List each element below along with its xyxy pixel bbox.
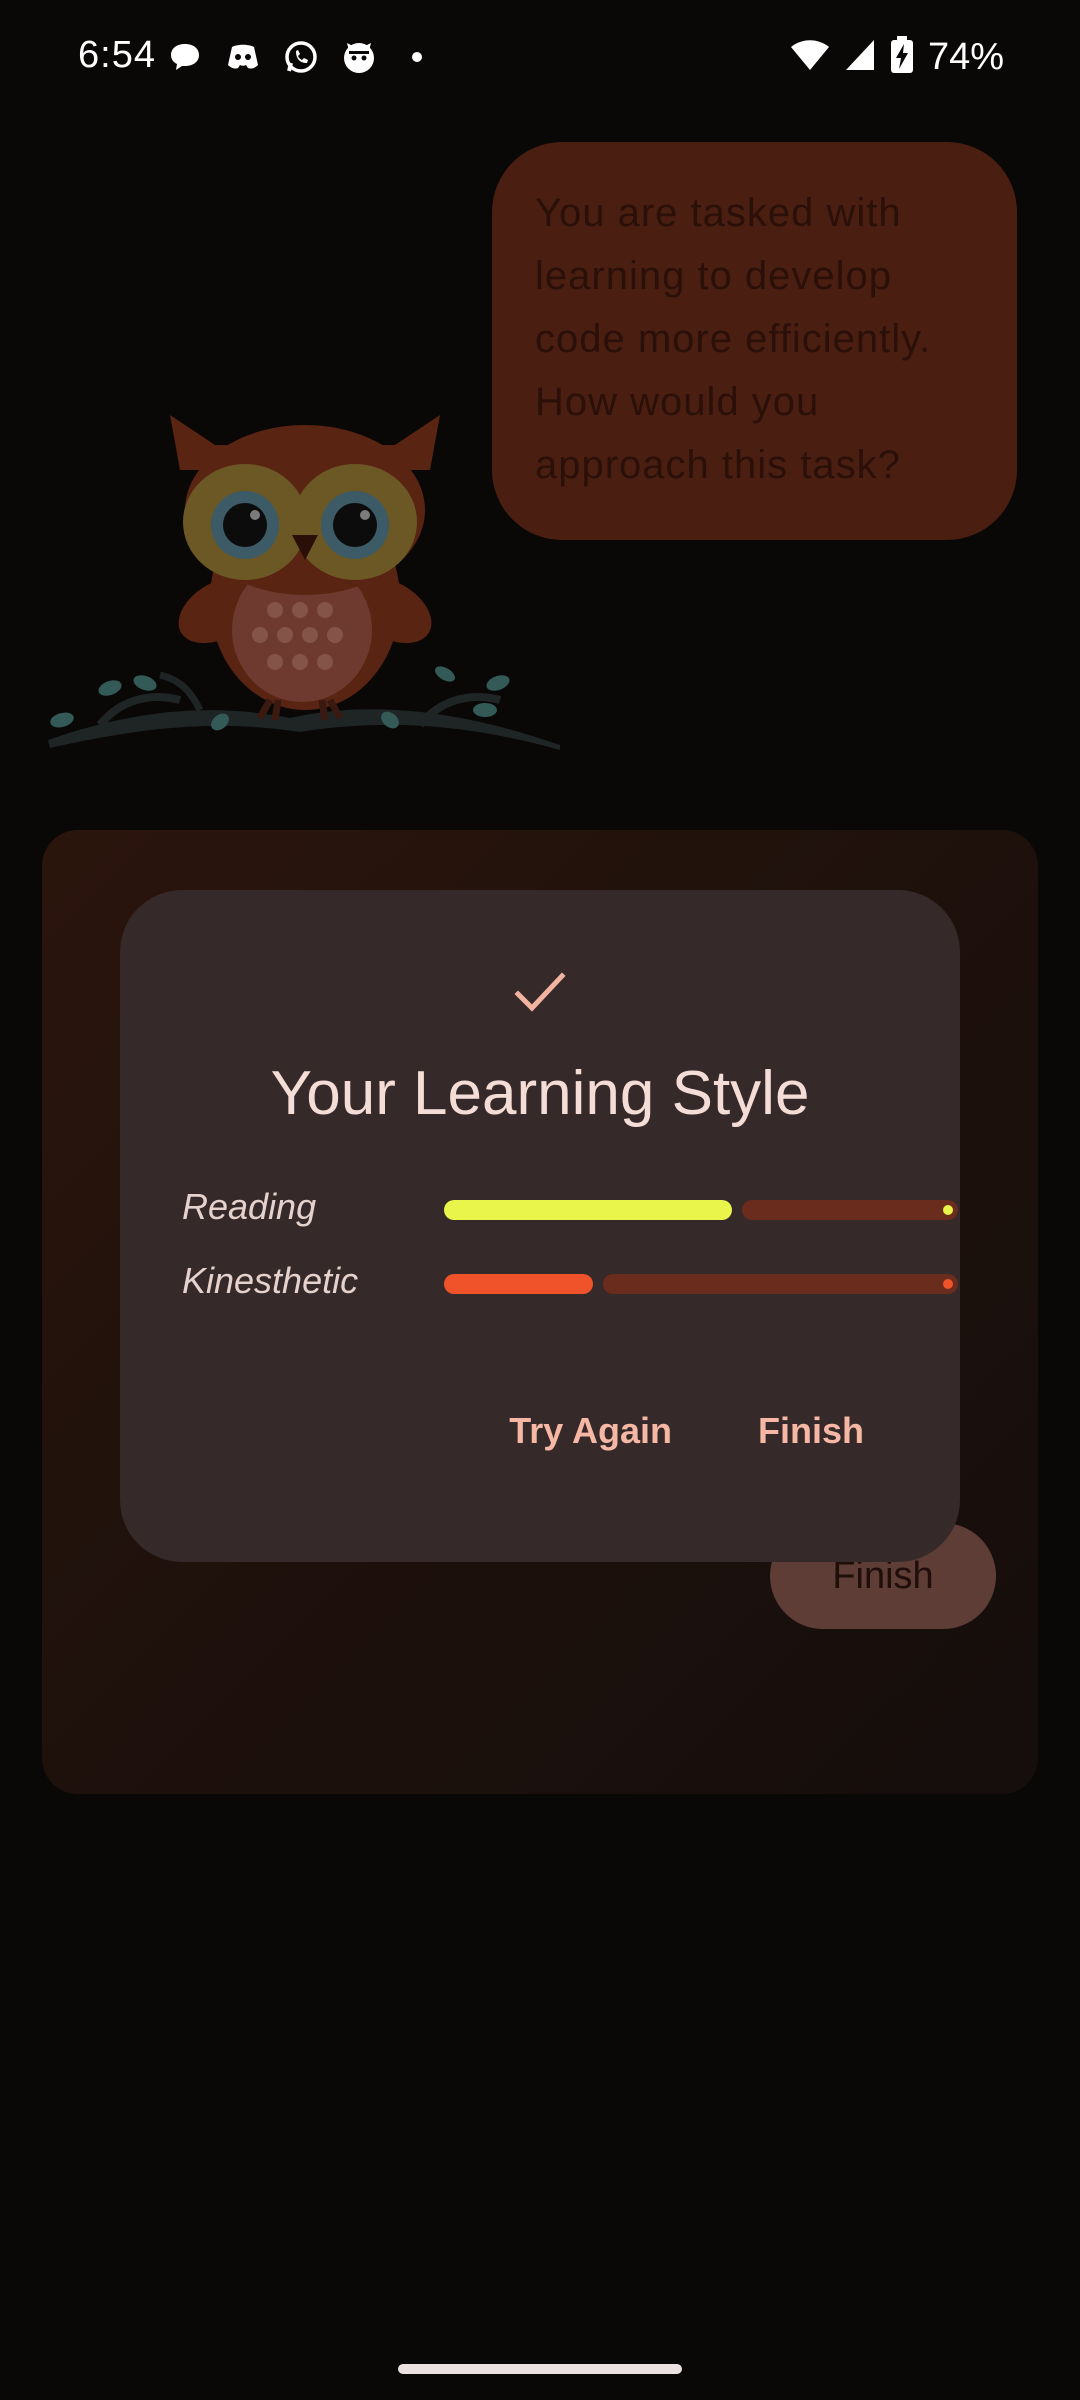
learning-style-dialog: Your Learning Style Reading Kinesthetic … [120, 890, 960, 1562]
chat-bubble-icon [166, 38, 204, 76]
progress-track [603, 1274, 958, 1294]
style-label: Kinesthetic [182, 1260, 359, 1301]
status-time: 6:54 [78, 34, 156, 76]
signal-icon [844, 38, 876, 77]
progress-fill [444, 1200, 732, 1220]
notification-icons [166, 38, 436, 76]
progress-fill [444, 1274, 593, 1294]
finish-button[interactable]: Finish [758, 1410, 864, 1452]
style-row-kinesthetic: Kinesthetic [182, 1260, 958, 1304]
progress-stop-dot [943, 1205, 953, 1215]
status-bar: 6:54 74% [0, 0, 1080, 120]
check-icon [512, 964, 568, 1020]
style-label: Reading [182, 1186, 317, 1227]
dialog-actions: Try Again Finish [509, 1410, 864, 1452]
home-indicator[interactable] [398, 2364, 682, 2374]
progress-track [742, 1200, 958, 1220]
screen: 6:54 74% You are tasked with learning to… [0, 0, 1080, 2400]
whatsapp-icon [282, 38, 320, 76]
dot-icon [398, 38, 436, 76]
owl-illustration [40, 400, 570, 760]
try-again-button[interactable]: Try Again [509, 1410, 672, 1452]
progress-indicator [444, 1274, 958, 1294]
battery-charging-icon [890, 36, 914, 79]
progress-indicator [444, 1200, 958, 1220]
dialog-title: Your Learning Style [270, 1059, 810, 1128]
speech-bubble: You are tasked with learning to develop … [492, 142, 1017, 540]
system-icons: 74% [790, 36, 1004, 79]
style-row-reading: Reading [182, 1186, 958, 1230]
wifi-icon [790, 38, 830, 77]
discord-icon [224, 38, 262, 76]
progress-stop-dot [943, 1279, 953, 1289]
cat-icon [340, 38, 378, 76]
battery-percentage: 74% [927, 36, 1004, 78]
